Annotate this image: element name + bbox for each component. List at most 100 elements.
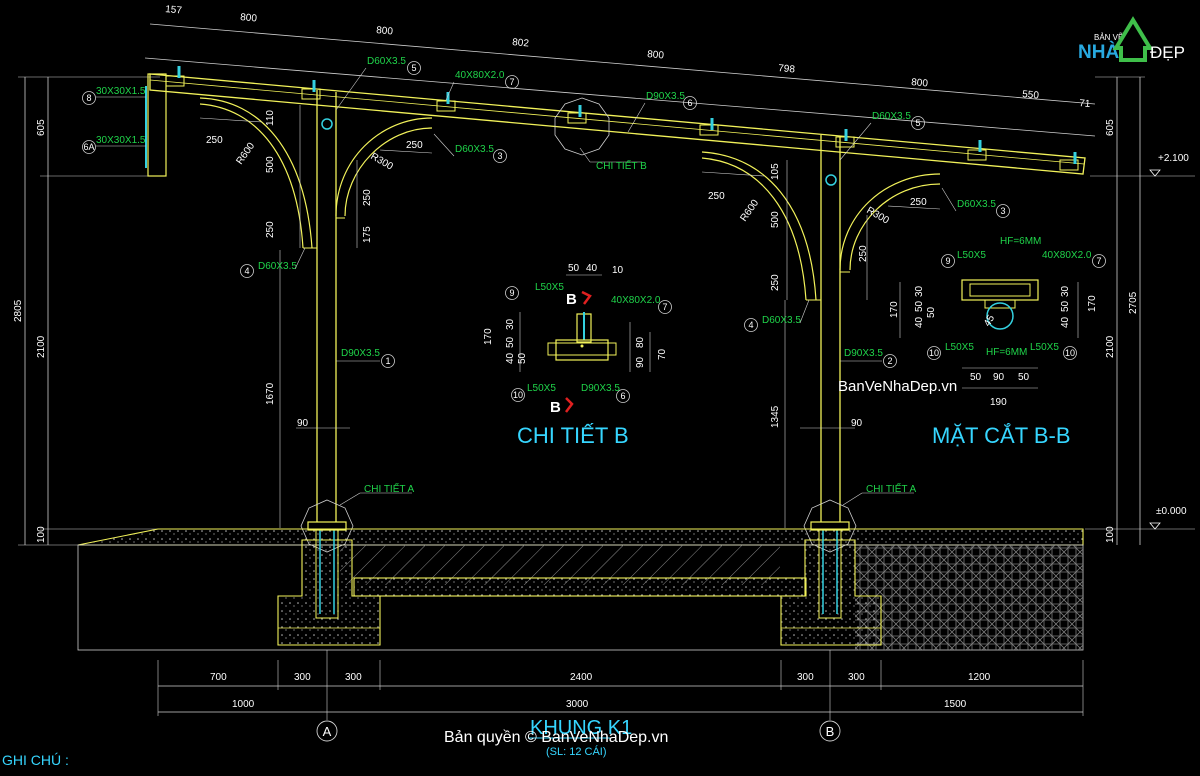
dim-top-800d: 800 <box>911 77 929 89</box>
sec-h30: 30 <box>914 285 925 297</box>
member-7a-num: 7 <box>509 77 514 87</box>
dim-250-b: 250 <box>265 221 276 238</box>
dim-bot-700: 700 <box>210 672 227 683</box>
member-6a-label: 30X30X1.5 <box>96 135 146 146</box>
dim-bot-1000: 1000 <box>232 699 255 710</box>
dim-top-157: 157 <box>165 4 183 16</box>
watermark-bottom: Bản quyền © BanVeNhaDep.vn <box>444 729 668 746</box>
detail-b-drawing: 50 40 10 L50X5 9 B 40X80X2.0 7 170 30 50… <box>483 263 672 448</box>
sec-tube-label: 40X80X2.0 <box>1042 250 1092 261</box>
dim-500-b: 500 <box>770 211 781 228</box>
member-7a-label: 40X80X2.0 <box>455 70 505 81</box>
member-4a-label: D60X3.5 <box>258 261 297 272</box>
member-6-num: 6 <box>687 98 692 108</box>
detb-l50x5-bot: L50X5 <box>527 383 556 394</box>
sec-num-10b: 10 <box>1065 348 1075 358</box>
sec-hf-bot: HF=6MM <box>986 347 1027 358</box>
dim-left-2100: 2100 <box>36 335 47 358</box>
dim-bot-1200: 1200 <box>968 672 991 683</box>
detb-num-10: 10 <box>513 390 523 400</box>
member-3b-label: D60X3.5 <box>957 199 996 210</box>
dim-bot-2400: 2400 <box>570 672 593 683</box>
detb-h30: 30 <box>505 318 516 330</box>
member-4b-num: 4 <box>748 320 753 330</box>
watermark-mid: BanVeNhaDep.vn <box>838 378 957 395</box>
sec-l50x5-right: L50X5 <box>1030 342 1059 353</box>
dim-bot-300a: 300 <box>294 672 311 683</box>
dim-right-2705: 2705 <box>1128 291 1139 314</box>
sec-h30b: 30 <box>1060 285 1071 297</box>
dim-right-605: 605 <box>1105 119 1116 136</box>
sec-l50x5-left: L50X5 <box>945 342 974 353</box>
detail-b-callout: CHI TIẾT B <box>554 97 647 172</box>
sec-h50c: 50 <box>1060 300 1071 312</box>
level-top: +2.100 <box>1158 153 1189 164</box>
dim-250-e: 250 <box>708 191 725 202</box>
dim-right-2100: 2100 <box>1105 335 1116 358</box>
member-6-label: D90X3.5 <box>646 91 685 102</box>
sec-num-10a: 10 <box>929 348 939 358</box>
dim-r600-a: R600 <box>234 140 257 166</box>
detb-tube-label: 40X80X2.0 <box>611 295 661 306</box>
column-b <box>701 135 941 528</box>
member-5a-num: 5 <box>411 63 416 73</box>
dim-105: 105 <box>770 163 781 180</box>
dim-90-a: 90 <box>297 418 309 429</box>
detb-h70: 70 <box>657 348 668 360</box>
dim-top-71: 71 <box>1079 98 1091 110</box>
dim-bot-300c: 300 <box>797 672 814 683</box>
dim-250-h: 250 <box>858 245 869 262</box>
member-3b-num: 3 <box>1000 206 1005 216</box>
house-icon <box>1112 16 1154 62</box>
note-heading: GHI CHÚ : <box>2 752 69 768</box>
dim-left-2805: 2805 <box>13 299 24 322</box>
dim-bot-1500: 1500 <box>944 699 967 710</box>
member-5b-label: D60X3.5 <box>872 111 911 122</box>
detb-num-9: 9 <box>509 288 514 298</box>
dim-r600-b: R600 <box>738 197 761 223</box>
member-5b-num: 5 <box>915 118 920 128</box>
dim-right-100: 100 <box>1105 526 1116 543</box>
dim-top-800b: 800 <box>376 25 394 37</box>
member-1-num: 1 <box>385 356 390 366</box>
dim-bot-300d: 300 <box>848 672 865 683</box>
detb-h80: 80 <box>635 336 646 348</box>
sec-h50: 50 <box>914 300 925 312</box>
sec-h170a: 170 <box>889 301 900 318</box>
detail-b-title: CHI TIẾT B <box>517 423 629 448</box>
dim-1345: 1345 <box>770 405 781 428</box>
sec-d45: 45 <box>982 313 997 329</box>
purlins <box>165 66 1079 171</box>
detb-dim-50: 50 <box>568 263 580 274</box>
dim-top-802: 802 <box>512 37 530 49</box>
dim-90-b: 90 <box>851 418 863 429</box>
detb-pipe-label: D90X3.5 <box>581 383 620 394</box>
chi-tiet-b-ref: CHI TIẾT B <box>596 159 647 172</box>
detb-h40: 40 <box>505 352 516 364</box>
sec-h40b: 40 <box>1060 316 1071 328</box>
frame-dimensions: 250 R600 110 500 250 R300 250 250 175 16… <box>206 110 927 429</box>
dim-175: 175 <box>362 226 373 243</box>
logo: BẢN VẼ NHÀ ĐẸP <box>1078 16 1185 63</box>
detb-h170: 170 <box>483 328 494 345</box>
chi-tiet-a-ref-2: CHI TIẾT A <box>866 482 917 495</box>
detb-dim-40: 40 <box>586 263 598 274</box>
detb-h50b: 50 <box>517 352 528 364</box>
member-3a-num: 3 <box>497 151 502 161</box>
section-bb-title: MẶT CẮT B-B <box>932 423 1071 448</box>
dim-left-605: 605 <box>36 119 47 136</box>
dim-110: 110 <box>265 110 276 126</box>
dim-top-800c: 800 <box>647 49 665 61</box>
detb-section-mark-top: B <box>566 291 577 308</box>
dim-r300-a: R300 <box>369 151 396 173</box>
member-2-num: 2 <box>887 356 892 366</box>
member-4a-num: 4 <box>244 266 249 276</box>
dim-250-f: 250 <box>770 274 781 291</box>
dim-bot-3000: 3000 <box>566 699 589 710</box>
detb-h90: 90 <box>635 356 646 368</box>
member-5a-label: D60X3.5 <box>367 56 406 67</box>
foundation <box>77 521 1084 651</box>
member-3a-label: D60X3.5 <box>455 144 494 155</box>
sec-b50a: 50 <box>970 372 982 383</box>
dim-250-g: 250 <box>910 197 927 208</box>
